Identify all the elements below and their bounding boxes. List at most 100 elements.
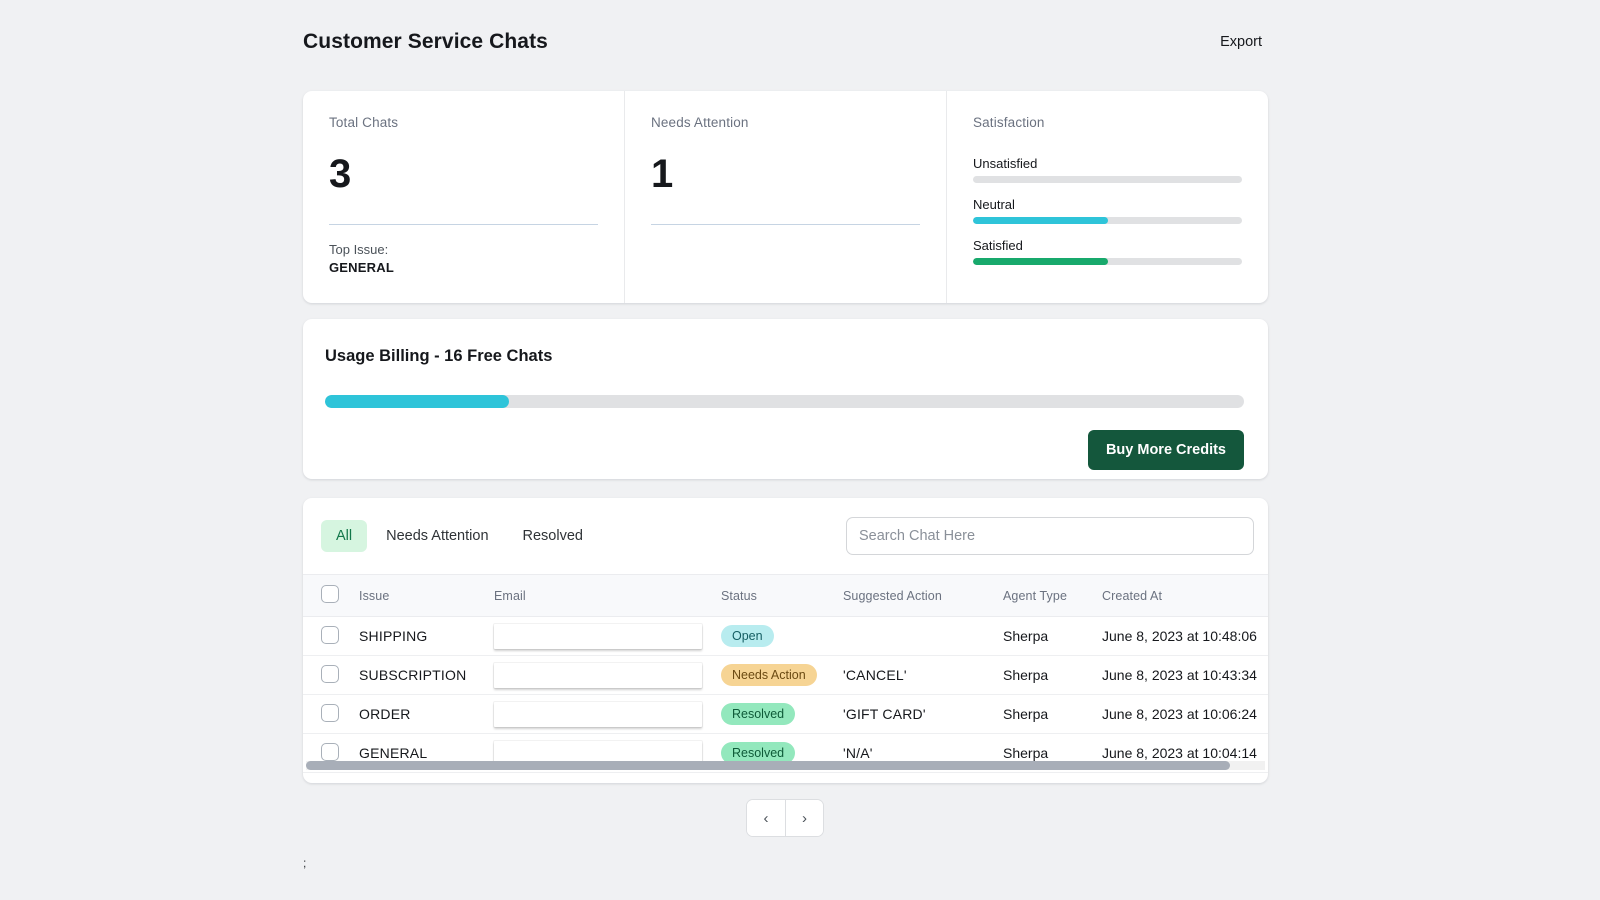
cell-agent-type: Sherpa (1003, 694, 1102, 734)
tab-needs-attention[interactable]: Needs Attention (371, 520, 503, 552)
stat-total-chats-value: 3 (329, 152, 351, 196)
satisfaction-fill (973, 258, 1108, 265)
chats-table-card: AllNeeds AttentionResolved Issue Email S… (303, 498, 1268, 783)
row-checkbox[interactable] (321, 742, 339, 761)
cell-email (494, 616, 721, 656)
cell-created-at: June 8, 2023 at 10:43:34 (1102, 655, 1268, 695)
usage-billing-card: Usage Billing - 16 Free Chats Buy More C… (303, 319, 1268, 479)
stat-top-issue: Top Issue: GENERAL (329, 241, 598, 276)
stat-top-issue-label: Top Issue: (329, 242, 389, 257)
satisfaction-item-label: Satisfied (973, 238, 1023, 253)
select-all-checkbox[interactable] (321, 585, 339, 603)
issue-text: SUBSCRIPTION (359, 667, 467, 683)
satisfaction-track (973, 258, 1242, 265)
usage-actions: Buy More Credits (325, 430, 1244, 470)
filter-tabs: All Needs Attention Resolved (321, 520, 598, 552)
column-header-agent-type[interactable]: Agent Type (1003, 574, 1102, 617)
cell-suggested-action: 'CANCEL' (843, 655, 1003, 695)
stat-top-issue-value: GENERAL (329, 259, 394, 275)
tab-resolved[interactable]: Resolved (508, 520, 598, 552)
usage-progress-fill (325, 395, 509, 408)
stat-satisfaction: Satisfaction Unsatisfied Neutral Satisfied (946, 91, 1268, 303)
satisfaction-item: Neutral (973, 197, 1242, 224)
pagination-prev-button[interactable]: ‹ (747, 800, 785, 836)
table-head: Issue Email Status Suggested Action Agen… (303, 574, 1268, 617)
cell-suggested-action: 'GIFT CARD' (843, 694, 1003, 734)
cell-status: Resolved (721, 694, 843, 734)
column-header-email[interactable]: Email (494, 574, 721, 617)
created-at-text: June 8, 2023 at 10:43:34 (1102, 667, 1257, 683)
email-redacted-field[interactable] (494, 623, 702, 649)
status-badge: Resolved (721, 702, 796, 726)
tab-all[interactable]: All (321, 520, 368, 552)
table-scrollbar-thumb[interactable] (306, 761, 1230, 770)
status-badge: Open (721, 624, 774, 648)
stats-card: Total Chats 3 Top Issue: GENERAL Needs A… (303, 91, 1268, 303)
row-checkbox[interactable] (321, 703, 339, 722)
satisfaction-track (973, 217, 1242, 224)
agent-type-text: Sherpa (1003, 745, 1049, 761)
issue-text: GENERAL (359, 745, 428, 761)
table-row[interactable]: ORDER Resolved 'GIFT CARD' Sherpa June 8, 20… (303, 694, 1268, 734)
stat-needs-attention: Needs Attention 1 (624, 91, 946, 303)
table-scroll-area: Issue Email Status Suggested Action Agen… (303, 574, 1268, 773)
usage-billing-title: Usage Billing - 16 Free Chats (325, 347, 553, 365)
export-button[interactable]: Export (1214, 30, 1268, 54)
email-redacted-field[interactable] (494, 701, 702, 727)
table-row[interactable]: SHIPPING Open Sherpa June 8, 2023 at 10:48:… (303, 616, 1268, 656)
satisfaction-item: Satisfied (973, 238, 1242, 265)
email-redacted-field[interactable] (494, 662, 702, 688)
row-select-cell (303, 694, 359, 734)
stat-needs-attention-label: Needs Attention (651, 115, 749, 130)
page-title: Customer Service Chats (303, 30, 548, 53)
satisfaction-bar-list: Unsatisfied Neutral Satisfied (973, 156, 1242, 265)
row-select-cell (303, 655, 359, 695)
stat-divider (329, 224, 598, 225)
search-input[interactable] (846, 517, 1254, 555)
stat-divider (651, 224, 920, 225)
agent-type-text: Sherpa (1003, 667, 1049, 683)
row-select-cell (303, 616, 359, 656)
created-at-text: June 8, 2023 at 10:06:24 (1102, 706, 1257, 722)
issue-text: ORDER (359, 706, 411, 722)
cell-created-at: June 8, 2023 at 10:06:24 (1102, 694, 1268, 734)
satisfaction-item-label: Neutral (973, 197, 1015, 212)
column-header-suggested-action[interactable]: Suggested Action (843, 574, 1003, 617)
stat-total-chats: Total Chats 3 Top Issue: GENERAL (303, 91, 624, 303)
column-header-status[interactable]: Status (721, 574, 843, 617)
buy-more-credits-button[interactable]: Buy More Credits (1087, 430, 1244, 470)
cell-agent-type: Sherpa (1003, 616, 1102, 656)
cell-suggested-action (843, 616, 1003, 656)
satisfaction-fill (973, 217, 1108, 224)
cell-status: Needs Action (721, 655, 843, 695)
row-checkbox[interactable] (321, 664, 339, 683)
created-at-text: June 8, 2023 at 10:48:06 (1102, 628, 1257, 644)
stat-satisfaction-label: Satisfaction (973, 115, 1045, 130)
page-header: Customer Service Chats Export (303, 24, 1268, 60)
stat-needs-attention-value: 1 (651, 152, 673, 196)
table-row[interactable]: SUBSCRIPTION Needs Action 'CANCEL' Sherpa Ju… (303, 655, 1268, 695)
pagination-next-button[interactable]: › (785, 800, 823, 836)
row-checkbox[interactable] (321, 625, 339, 644)
column-header-created-at[interactable]: Created At (1102, 574, 1268, 617)
cell-status: Open (721, 616, 843, 656)
satisfaction-item: Unsatisfied (973, 156, 1242, 183)
chats-table: Issue Email Status Suggested Action Agen… (303, 574, 1268, 773)
cell-issue: SHIPPING (359, 616, 494, 656)
pagination: ‹ › (746, 799, 824, 837)
table-toolbar: All Needs Attention Resolved (303, 498, 1268, 574)
satisfaction-item-label: Unsatisfied (973, 156, 1038, 171)
suggested-action-text: 'CANCEL' (843, 667, 907, 683)
app-root: Customer Service Chats Export Total Chat… (0, 0, 1600, 900)
issue-text: SHIPPING (359, 628, 428, 644)
column-header-issue[interactable]: Issue (359, 574, 494, 617)
created-at-text: June 8, 2023 at 10:04:14 (1102, 745, 1257, 761)
stray-footer-text: ; (303, 856, 307, 870)
stat-total-chats-label: Total Chats (329, 115, 399, 130)
agent-type-text: Sherpa (1003, 628, 1049, 644)
search-wrapper (846, 517, 1254, 555)
satisfaction-track (973, 176, 1242, 183)
table-horizontal-scrollbar[interactable] (306, 761, 1265, 770)
suggested-action-text: 'N/A' (843, 745, 873, 761)
cell-email (494, 655, 721, 695)
